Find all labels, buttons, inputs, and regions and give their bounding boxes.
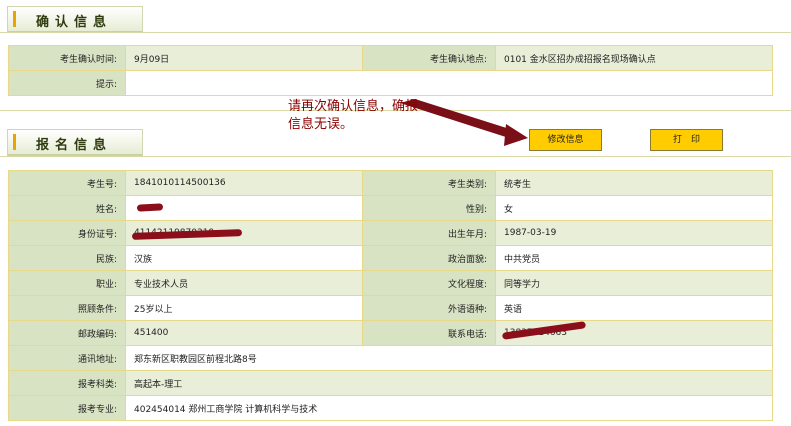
- annotation-note: 请再次确认信息，确报信息无误。: [288, 99, 419, 132]
- annotation-arrow-icon: [400, 99, 528, 146]
